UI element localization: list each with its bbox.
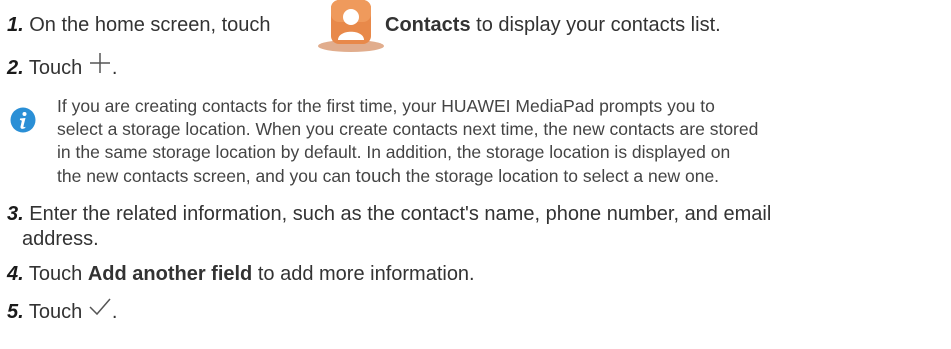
contacts-label: Contacts — [385, 14, 471, 36]
step-text: address. — [22, 228, 99, 250]
step-text: . — [111, 300, 118, 323]
add-another-field-label: Add another field — [87, 263, 253, 285]
step-4: 4. Touch Add another field to add more i… — [7, 263, 475, 285]
step-3: 3. Enter the related information, such a… — [7, 203, 771, 225]
step-text: On the home screen, touch — [29, 14, 271, 36]
step-number: 3. — [7, 203, 24, 225]
note-segment: the new contacts screen, and you can — [57, 166, 356, 186]
note-line: select a storage location. When you crea… — [57, 119, 759, 139]
plus-icon — [88, 51, 112, 80]
step-text: Touch — [28, 263, 88, 285]
step-text: to add more information. — [252, 263, 475, 285]
note-segment: the storage location to select a new one… — [400, 166, 720, 186]
note-text: If you are creating contacts for the fir… — [57, 95, 947, 188]
step-text: Enter the related information, such as t… — [29, 203, 772, 225]
note-line: If you are creating contacts for the fir… — [57, 96, 715, 116]
step-text: to display your contacts list. — [470, 14, 721, 36]
step-text: Touch — [28, 56, 88, 79]
step-1-continued: Contacts to display your contacts list. — [385, 14, 721, 36]
step-number: 1. — [7, 14, 24, 36]
step-number: 5. — [7, 300, 24, 323]
step-number: 2. — [7, 56, 24, 79]
step-2: 2. Touch . — [7, 51, 118, 83]
note-line: in the same storage location by default.… — [57, 142, 731, 162]
contacts-app-icon — [318, 0, 384, 52]
step-text: Touch — [28, 300, 88, 323]
step-text: . — [111, 56, 118, 79]
step-5: 5. Touch . — [7, 297, 118, 325]
note-segment: touch — [355, 165, 401, 186]
info-icon — [10, 107, 36, 133]
manual-page: { "steps": [ { "number": "1.", "before":… — [0, 0, 951, 349]
step-number: 4. — [7, 263, 24, 285]
step-1: 1. On the home screen, touch — [7, 14, 271, 36]
step-3-continued: address. — [22, 228, 99, 250]
note-line: the new contacts screen, and you can tou… — [57, 164, 947, 188]
checkmark-icon — [88, 297, 112, 322]
